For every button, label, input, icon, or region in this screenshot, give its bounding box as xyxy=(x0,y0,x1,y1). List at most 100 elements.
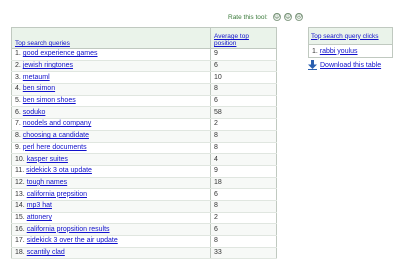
position-cell: 6 xyxy=(210,60,277,73)
query-cell: 6. soduko xyxy=(11,106,211,120)
top-queries-table: Top search queries Average top position … xyxy=(11,27,277,260)
position-cell: 8 xyxy=(210,83,277,96)
query-cell: 2. jewish ringtones xyxy=(11,60,211,73)
query-link[interactable]: attonery xyxy=(27,214,52,221)
table-row: 7. noodels and company 2 xyxy=(11,118,277,131)
position-cell: 58 xyxy=(210,106,277,120)
query-link[interactable]: ben simon xyxy=(23,85,55,92)
row-number: 13. xyxy=(15,190,25,198)
query-cell: 3. metauml xyxy=(11,71,211,85)
row-number: 9. xyxy=(15,143,21,151)
query-link[interactable]: soduko xyxy=(23,109,46,116)
query-cell: 4. ben simon xyxy=(11,83,211,96)
download-table[interactable]: Download this table xyxy=(308,60,381,70)
table-row: 4. ben simon 8 xyxy=(11,83,277,96)
query-link[interactable]: perl here documents xyxy=(23,144,87,151)
row-number: 15. xyxy=(15,213,25,221)
query-rows: 1. good experience games 9 2. jewish ringt… xyxy=(11,48,277,260)
query-link[interactable]: good experience games xyxy=(23,50,98,57)
table-row: 1. good experience games 9 xyxy=(11,48,277,61)
row-number: 1. xyxy=(15,50,21,58)
position-cell: 33 xyxy=(210,247,277,260)
position-cell: 9 xyxy=(210,48,277,61)
table-row: 5. ben simon shoes 6 xyxy=(11,95,277,108)
clicks-cell: 1. rabbi youlus xyxy=(308,44,393,58)
table-row: 9. perl here documents 8 xyxy=(11,142,277,155)
position-cell: 18 xyxy=(210,177,277,190)
rate-tool: Rate this tool: ☺ ☺ ☹ xyxy=(228,12,303,22)
table-row: 8. choosing a candidate 8 xyxy=(11,130,277,143)
position-cell: 6 xyxy=(210,188,277,201)
position-cell: 6 xyxy=(210,223,277,236)
query-cell: 17. sidekick 3 over the air update xyxy=(11,235,211,248)
row-number: 11. xyxy=(15,167,25,175)
table-row: 12. tough names 18 xyxy=(11,177,277,190)
query-cell: 14. mp3 hat xyxy=(11,200,211,213)
table-row: 14. mp3 hat 8 xyxy=(11,200,277,213)
position-cell: 2 xyxy=(210,118,277,131)
row-number: 17. xyxy=(15,237,25,245)
query-link[interactable]: sidekick 3 over the air update xyxy=(27,237,118,244)
table-row: 6. soduko 58 xyxy=(11,106,277,120)
row-number: 5. xyxy=(15,97,21,105)
query-link[interactable]: rabbi youlus xyxy=(320,48,358,55)
query-cell: 1. good experience games xyxy=(11,48,211,61)
query-cell: 18. scantily clad xyxy=(11,247,211,260)
query-link[interactable]: california prepsition xyxy=(27,191,87,198)
table-header-row: Top search queries Average top position xyxy=(11,27,277,49)
table-row: 16. california propsition results 6 xyxy=(11,223,277,236)
position-cell: 8 xyxy=(210,200,277,213)
table-row: 3. metauml 10 xyxy=(11,71,277,85)
sad-face-icon[interactable]: ☹ xyxy=(294,13,303,21)
query-cell: 8. choosing a candidate xyxy=(11,130,211,143)
row-number: 4. xyxy=(15,85,21,93)
row-number: 18. xyxy=(15,249,25,257)
row-number: 12. xyxy=(15,178,25,186)
query-cell: 7. noodels and company xyxy=(11,118,211,131)
position-cell: 8 xyxy=(210,235,277,248)
position-cell: 4 xyxy=(210,153,277,166)
table-row: 10. kasper suites 4 xyxy=(11,153,277,166)
query-cell: 10. kasper suites xyxy=(11,153,211,166)
position-cell: 8 xyxy=(210,130,277,143)
query-link[interactable]: tough names xyxy=(27,179,67,186)
query-link[interactable]: noodels and company xyxy=(23,120,92,127)
rate-tool-label: Rate this tool: xyxy=(228,13,268,21)
row-number: 8. xyxy=(15,132,21,140)
table-row: 18. scantily clad 33 xyxy=(11,247,277,260)
query-cell: 15. attonery xyxy=(11,212,211,225)
row-number: 10. xyxy=(15,155,25,163)
download-arrow-icon xyxy=(308,60,317,70)
query-cell: 16. california propsition results xyxy=(11,223,211,236)
table-row: 2. jewish ringtones 6 xyxy=(11,60,277,73)
happy-face-icon[interactable]: ☺ xyxy=(272,13,281,21)
top-clicks-table: Top search query clicks 1. rabbi youlus xyxy=(308,27,393,58)
query-link[interactable]: kasper suites xyxy=(27,156,68,163)
col-header-query[interactable]: Top search queries xyxy=(11,27,211,49)
col-header-clicks[interactable]: Top search query clicks xyxy=(308,27,393,45)
query-link[interactable]: mp3 hat xyxy=(27,202,52,209)
row-number: 14. xyxy=(15,202,25,210)
download-link[interactable]: Download this table xyxy=(320,62,381,69)
clicks-header-row: Top search query clicks xyxy=(308,27,393,45)
query-cell: 11. sidekick 3 ota update xyxy=(11,165,211,178)
position-cell: 10 xyxy=(210,71,277,85)
query-link[interactable]: sidekick 3 ota update xyxy=(26,167,92,174)
query-link[interactable]: choosing a candidate xyxy=(23,132,89,139)
query-link[interactable]: scantily clad xyxy=(27,249,65,256)
table-row: 13. california prepsition 6 xyxy=(11,188,277,201)
query-link[interactable]: jewish ringtones xyxy=(23,62,73,69)
query-link[interactable]: ben simon shoes xyxy=(23,97,76,104)
query-link[interactable]: california propsition results xyxy=(27,226,110,233)
row-number: 1. xyxy=(312,47,318,55)
query-cell: 12. tough names xyxy=(11,177,211,190)
query-cell: 5. ben simon shoes xyxy=(11,95,211,108)
query-link[interactable]: metauml xyxy=(23,74,50,81)
neutral-face-icon[interactable]: ☺ xyxy=(283,13,292,21)
col-header-position[interactable]: Average top position xyxy=(210,27,277,49)
query-cell: 13. california prepsition xyxy=(11,188,211,201)
row-number: 16. xyxy=(15,225,25,233)
row-number: 6. xyxy=(15,108,21,116)
position-cell: 9 xyxy=(210,165,277,178)
table-row: 15. attonery 2 xyxy=(11,212,277,225)
